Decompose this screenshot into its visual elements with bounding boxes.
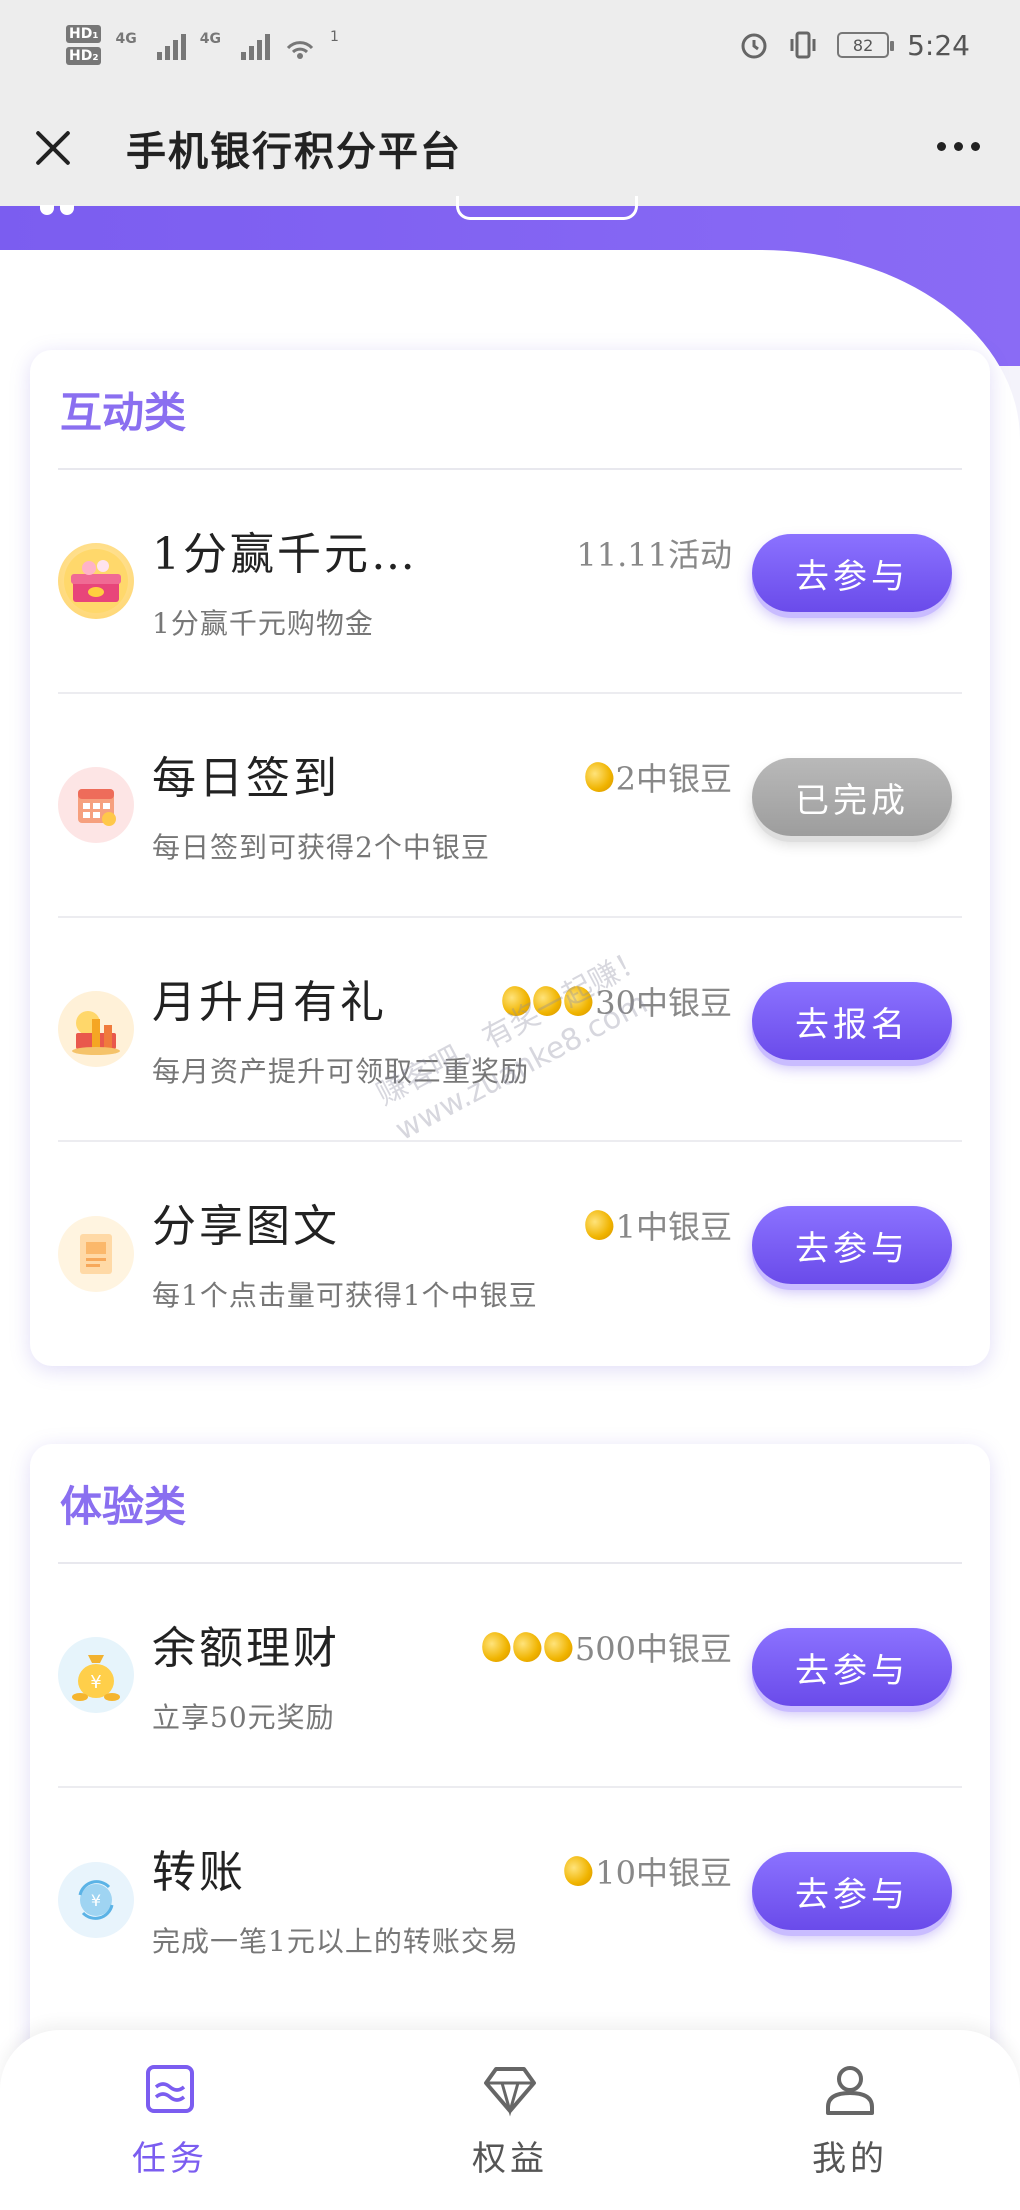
reward-text: 30中银豆	[595, 984, 732, 1022]
task-reward: 30中银豆	[497, 978, 732, 1024]
banner-pill	[456, 196, 638, 220]
status-bar: HD₁ HD₂ 4G 4G 1 82 5:24	[0, 0, 1020, 90]
join-button[interactable]: 去参与	[752, 1206, 952, 1284]
reward-text: 10中银豆	[595, 1854, 732, 1892]
task-reward: 1中银豆	[580, 1202, 732, 1248]
bean-icon	[539, 1628, 577, 1666]
section-title: 互动类	[58, 350, 962, 470]
section-card-interactive: 互动类 1分赢千元… 1分赢千元购物金 11.11活动 去参与 每日签到 每日签…	[30, 350, 990, 1366]
wifi-icon	[286, 41, 314, 59]
task-description: 每日签到可获得2个中银豆	[152, 831, 490, 864]
network-type-2: 4G	[199, 31, 221, 47]
task-item: 月升月有礼 每月资产提升可领取三重奖励 30中银豆 去报名	[58, 918, 962, 1142]
task-name: 每日签到	[152, 753, 340, 804]
money-bag-icon: ¥	[58, 1637, 134, 1713]
diamond-icon	[484, 2066, 536, 2116]
task-reward: 10中银豆	[559, 1848, 732, 1894]
tab-label: 任务	[132, 2138, 208, 2179]
battery-level: 82	[852, 35, 874, 55]
task-item: 分享图文 每1个点击量可获得1个中银豆 1中银豆 去参与	[58, 1142, 962, 1366]
task-icon	[146, 2064, 194, 2113]
more-icon[interactable]	[937, 142, 980, 151]
hd1-badge: HD₁	[66, 25, 102, 43]
signal-icon-2	[240, 30, 270, 60]
bean-icon	[477, 1628, 515, 1666]
task-name: 分享图文	[152, 1201, 340, 1252]
join-button[interactable]: 去参与	[752, 1628, 952, 1706]
gift-icon	[58, 543, 134, 619]
bean-icon	[508, 1628, 546, 1666]
task-name: 转账	[152, 1847, 246, 1898]
battery-icon: 82	[837, 32, 895, 58]
bean-icon	[580, 1206, 617, 1244]
nav-bar: 手机银行积分平台	[0, 90, 1020, 206]
tab-label: 我的	[812, 2138, 888, 2179]
hd-indicators: HD₁ HD₂	[66, 25, 102, 65]
vibrate-icon	[790, 31, 816, 59]
bean-icon	[497, 982, 535, 1020]
network-type-1: 4G	[115, 31, 137, 47]
task-description: 每月资产提升可领取三重奖励	[152, 1055, 530, 1088]
signup-button[interactable]: 去报名	[752, 982, 952, 1060]
task-reward: 11.11活动	[576, 530, 732, 576]
task-description: 每1个点击量可获得1个中银豆	[152, 1279, 538, 1312]
task-name: 余额理财	[152, 1623, 340, 1674]
bean-icon	[559, 1852, 597, 1890]
user-icon	[826, 2065, 874, 2115]
tab-mine[interactable]: 我的	[750, 2061, 950, 2180]
tab-benefits[interactable]: 权益	[410, 2061, 610, 2180]
alarm-icon	[741, 33, 767, 59]
signal-icon	[156, 30, 186, 60]
task-name: 1分赢千元…	[152, 529, 418, 580]
task-description: 完成一笔1元以上的转账交易	[152, 1925, 519, 1958]
status-left: HD₁ HD₂ 4G 4G 1	[66, 25, 339, 65]
banner-dots	[40, 200, 90, 215]
join-button[interactable]: 去参与	[752, 534, 952, 612]
svg-text:¥: ¥	[91, 1891, 101, 1910]
task-item: 1分赢千元… 1分赢千元购物金 11.11活动 去参与	[58, 470, 962, 694]
task-name: 月升月有礼	[152, 977, 387, 1028]
hd2-badge: HD₂	[66, 47, 102, 65]
join-button[interactable]: 去参与	[752, 1852, 952, 1930]
bean-icon	[580, 758, 617, 796]
reward-text: 1中银豆	[615, 1208, 732, 1246]
task-item: ¥ 余额理财 立享50元奖励 500中银豆 去参与	[58, 1564, 962, 1788]
task-item: 每日签到 每日签到可获得2个中银豆 2中银豆 已完成	[58, 694, 962, 918]
calendar-icon	[58, 767, 134, 843]
completed-button[interactable]: 已完成	[752, 758, 952, 836]
bean-icon	[559, 982, 597, 1020]
bottom-tab-bar: 任务 权益 我的	[0, 2030, 1020, 2210]
growth-icon	[58, 991, 134, 1067]
bean-icon	[528, 982, 566, 1020]
tab-label: 权益	[472, 2138, 548, 2179]
task-item: ¥ 转账 完成一笔1元以上的转账交易 10中银豆 去参与	[58, 1788, 962, 2012]
task-reward: 2中银豆	[580, 754, 732, 800]
reward-text: 500中银豆	[574, 1630, 732, 1668]
task-reward: 500中银豆	[477, 1624, 732, 1670]
reward-text: 11.11活动	[576, 536, 732, 574]
close-icon[interactable]	[30, 125, 76, 171]
section-title: 体验类	[58, 1444, 962, 1564]
tab-tasks[interactable]: 任务	[70, 2061, 270, 2180]
status-right: 82 5:24	[739, 29, 970, 62]
transfer-icon: ¥	[58, 1862, 134, 1938]
page-title: 手机银行积分平台	[126, 128, 462, 175]
wifi-count: 1	[329, 29, 339, 45]
task-description: 1分赢千元购物金	[152, 607, 374, 640]
image-text-icon	[58, 1216, 134, 1292]
task-description: 立享50元奖励	[152, 1701, 335, 1734]
status-time: 5:24	[907, 28, 970, 62]
svg-text:¥: ¥	[90, 1672, 101, 1693]
reward-text: 2中银豆	[615, 760, 732, 798]
